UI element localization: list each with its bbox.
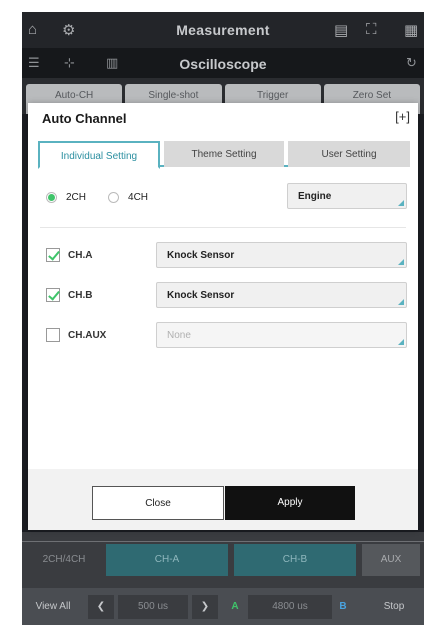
dropdown-corner-icon (398, 259, 404, 265)
fullscreen-icon[interactable]: ⛶ (366, 21, 377, 38)
ch-aux-sensor-select: None (156, 322, 407, 348)
menu-icon[interactable]: ▦ (404, 21, 418, 39)
refresh-icon[interactable]: ↻ (406, 55, 417, 71)
expand-icon[interactable]: [+] (395, 109, 410, 124)
time-a-field[interactable]: 500 us (118, 595, 188, 619)
source-select-value: Engine (298, 191, 332, 202)
dialog-tabs: Individual Setting Theme Setting User Se… (38, 141, 410, 169)
mode-toggle[interactable]: 2CH/4CH (26, 544, 102, 576)
time-ruler (22, 532, 424, 542)
checkbox-ch-aux[interactable] (46, 328, 60, 342)
tab-ch-a[interactable]: CH-A (106, 544, 228, 576)
next-icon[interactable]: ❯ (192, 595, 218, 619)
view-all-button[interactable]: View All (22, 595, 84, 619)
checkbox-ch-b[interactable] (46, 288, 60, 302)
tab-aux[interactable]: AUX (362, 544, 420, 576)
channel-row-aux: CH.AUX (46, 323, 106, 347)
dialog-title: Auto Channel (42, 111, 127, 126)
tab-theme-setting[interactable]: Theme Setting (164, 141, 284, 167)
channel-row-a: CH.A (46, 243, 92, 267)
radio-2ch[interactable] (46, 191, 57, 203)
dialog-footer: Close Apply (28, 469, 418, 530)
save-icon[interactable]: ▤ (334, 21, 348, 39)
ch-b-sensor-select[interactable]: Knock Sensor (156, 282, 407, 308)
ch-b-label: CH.B (68, 289, 93, 301)
stop-button[interactable]: Stop (366, 595, 422, 619)
divider (40, 227, 406, 228)
ch-aux-sensor-value: None (167, 330, 191, 341)
checkbox-ch-a[interactable] (46, 248, 60, 262)
app-title: Measurement (176, 22, 270, 38)
control-bar: View All ❮ 500 us ❯ A 4800 us B Stop (22, 588, 424, 625)
radio-2ch-label: 2CH (66, 191, 87, 203)
tab-individual-setting[interactable]: Individual Setting (38, 141, 160, 169)
channel-bar: 2CH/4CH CH-A CH-B AUX (22, 532, 424, 588)
marker-a-label: A (231, 601, 239, 612)
dropdown-corner-icon (398, 200, 404, 206)
ch-a-label: CH.A (68, 249, 93, 261)
prev-icon[interactable]: ❮ (88, 595, 114, 619)
dropdown-corner-icon (398, 299, 404, 305)
sub-bar: ☰ ⊹ ▥ Oscilloscope ↻ (22, 48, 424, 78)
radio-4ch-label: 4CH (128, 191, 149, 203)
apply-button[interactable]: Apply (225, 486, 355, 520)
tab-ch-b[interactable]: CH-B (234, 544, 356, 576)
time-b-field[interactable]: 4800 us (248, 595, 332, 619)
app-subtitle: Oscilloscope (179, 56, 267, 72)
channel-mode-group: 2CH 4CH (46, 187, 170, 207)
close-button[interactable]: Close (92, 486, 224, 520)
ch-a-sensor-value: Knock Sensor (167, 250, 235, 261)
ch-a-sensor-select[interactable]: Knock Sensor (156, 242, 407, 268)
marker-b-label: B (339, 601, 347, 612)
ch-aux-label: CH.AUX (68, 329, 107, 341)
source-select[interactable]: Engine (287, 183, 407, 209)
tab-user-setting[interactable]: User Setting (288, 141, 410, 167)
auto-channel-dialog: Auto Channel [+] Individual Setting Them… (28, 103, 418, 530)
ch-b-sensor-value: Knock Sensor (167, 290, 235, 301)
top-bar: ⌂ ⚙ Measurement ▤ ⛶ ▦ (22, 12, 424, 48)
radio-4ch[interactable] (108, 191, 120, 203)
dropdown-corner-icon (398, 339, 404, 345)
channel-row-b: CH.B (46, 283, 92, 307)
